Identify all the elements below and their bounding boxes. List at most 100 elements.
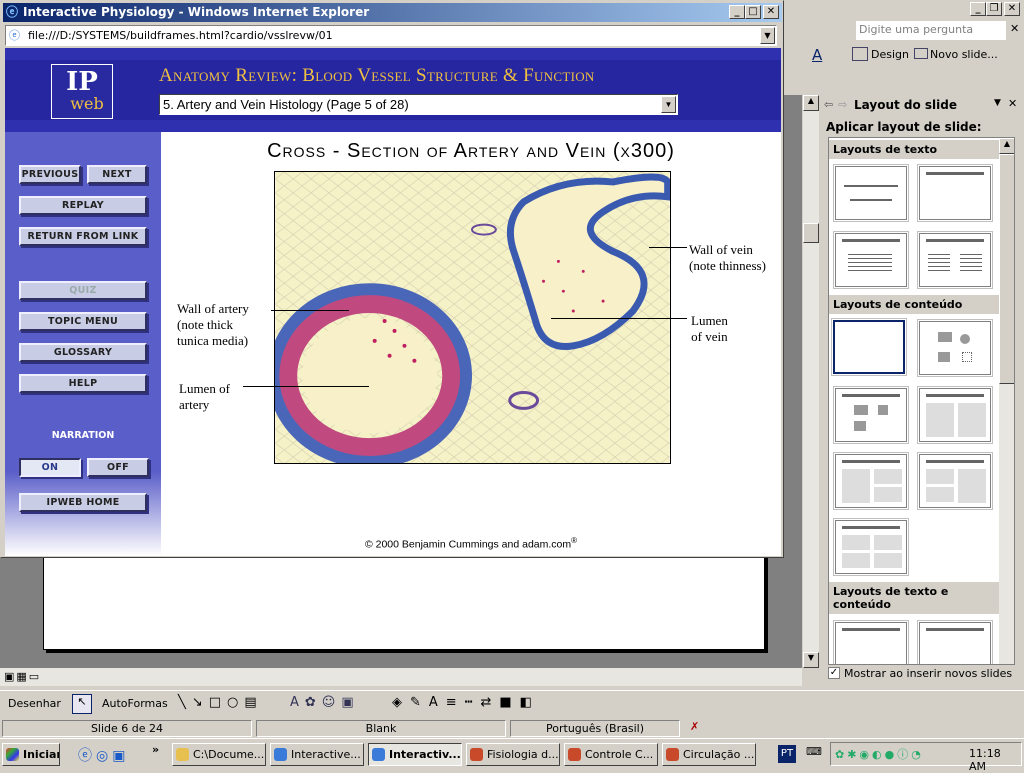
address-dropdown-icon[interactable]: ▼ [760,27,775,44]
ie-close-icon[interactable]: ✕ [763,5,779,19]
shape-tools-icons[interactable]: ╲↘□○▤ [178,695,263,710]
scroll-thumb[interactable] [803,223,819,243]
select-pointer-icon[interactable]: ↖ [72,694,92,714]
minimize-icon[interactable]: _ [970,2,986,16]
layout-title-content-3[interactable] [917,452,993,510]
pane-menu-icon[interactable]: ▼ [994,98,1001,108]
scroll-down-icon[interactable]: ▼ [803,652,819,668]
status-language: Português (Brasil) [510,720,680,737]
vertical-scrollbar[interactable]: ▲ ▼ [803,95,819,668]
label-wall-vein: Wall of vein (note thinness) [689,242,766,273]
main-title: Cross - Section of Artery and Vein (x300… [267,140,675,162]
narration-label: NARRATION [51,430,115,441]
narration-off-button[interactable]: OFF [87,458,149,477]
layout-title-only[interactable] [833,164,909,222]
layout-title-two-content[interactable] [917,386,993,444]
start-button[interactable]: Iniciar [2,743,60,766]
quick-launch-icons[interactable]: ⓔ◎▣ [78,745,129,765]
restore-icon[interactable]: ❐ [986,2,1002,16]
layout-blank[interactable] [831,318,907,376]
draw-menu[interactable]: Desenhar [8,697,61,710]
taskbar: Iniciar ⓔ◎▣ » C:\Docume... Interactive..… [0,738,1024,773]
address-bar[interactable]: ⓔ file:///D:/SYSTEMS/buildframes.html?ca… [5,25,777,46]
task-pane: ⇦ ⇨ Layout do slide ▼ ✕ Aplicar layout d… [820,96,1022,686]
help-search-input[interactable]: Digite uma pergunta [856,21,1006,40]
ip-nav: PREVIOUS NEXT REPLAY RETURN FROM LINK QU… [5,132,161,556]
quick-launch-more-icon[interactable]: » [152,743,159,756]
narration-on-button[interactable]: ON [19,458,81,477]
scroll-up-icon[interactable]: ▲ [803,95,819,111]
layout-two-columns[interactable] [917,231,993,289]
glossary-button[interactable]: GLOSSARY [19,343,147,362]
font-color-icon[interactable]: A [812,46,822,64]
language-indicator[interactable]: PT [778,745,796,763]
back-icon[interactable]: ⇦ [824,98,833,111]
taskbar-item-ie-2[interactable]: Interactiv... [368,743,462,766]
status-slide: Slide 6 de 24 [2,720,252,737]
pane-close-icon[interactable]: ✕ [1008,97,1017,110]
layout-title-four-content[interactable] [833,518,909,576]
format-tools-icons[interactable]: ◈✎A≡┅⇄■◧ [392,695,540,710]
layout-title-content[interactable] [833,386,909,444]
taskbar-item-ppt-1[interactable]: Fisiologia d... [466,743,560,766]
pointer-lumen-artery [243,386,369,387]
show-on-insert-checkbox[interactable]: ✓ [828,667,840,679]
autoshapes-menu[interactable]: AutoFormas [102,697,168,710]
view-buttons-icon[interactable]: ▣▦▭ [4,670,41,683]
design-button[interactable]: Design [871,48,909,61]
ie-window: ⓔ Interactive Physiology - Windows Inter… [0,0,784,558]
layout-list-scrollbar[interactable]: ▲ [999,138,1014,664]
section-text-content-layouts: Layouts de texto e conteúdo [829,582,999,614]
ip-content: IP web Anatomy Review: Blood Vessel Stru… [5,48,781,556]
layout-content[interactable] [917,319,993,377]
help-button[interactable]: HELP [19,374,147,393]
layout-title-content-2[interactable] [833,452,909,510]
forward-icon[interactable]: ⇨ [838,98,847,111]
tray-icons[interactable]: ✿✱◉◐●ⓘ◔ [835,746,924,762]
list-scroll-up-icon[interactable]: ▲ [999,138,1014,154]
insert-tools-icons[interactable]: A✿☺▣ [290,695,360,710]
layout-title[interactable] [917,164,993,222]
label-wall-artery: Wall of artery (note thick tunica media) [177,301,249,348]
drawing-toolbar: Desenhar ↖ AutoFormas ╲↘□○▤ A✿☺▣ ◈✎A≡┅⇄■… [0,690,1024,716]
label-lumen-vein: Lumen of vein [691,313,728,344]
new-slide-icon [914,48,928,59]
layout-list: Layouts de texto Layouts de conteúdo Lay… [828,137,1015,665]
topic-dropdown-icon[interactable]: ▼ [661,96,676,113]
taskbar-item-ppt-3[interactable]: Circulação ... [662,743,756,766]
layout-title-text[interactable] [833,231,909,289]
ie-minimize-icon[interactable]: _ [729,5,745,19]
task-pane-title: Layout do slide [854,98,958,112]
taskbar-item-ppt-2[interactable]: Controle C... [564,743,658,766]
layout-text-content-2[interactable] [917,620,993,664]
close-icon[interactable]: ✕ [1004,2,1020,16]
previous-button[interactable]: PREVIOUS [19,165,81,184]
next-button[interactable]: NEXT [87,165,147,184]
close-help-icon[interactable]: ✕ [1010,22,1019,35]
keyboard-icon[interactable]: ⌨ [806,745,822,758]
page-icon: ⓔ [9,29,20,42]
pointer-lumen-vein [551,318,687,319]
horizontal-scrollbar[interactable]: ▣▦▭ [0,668,802,686]
logo-web: web [70,94,104,113]
topic-menu-button[interactable]: TOPIC MENU [19,312,147,331]
ie-title-bar: ⓔ Interactive Physiology - Windows Inter… [3,3,782,22]
return-from-link-button[interactable]: RETURN FROM LINK [19,227,147,246]
windows-logo-icon [6,748,19,761]
ipweb-home-button[interactable]: IPWEB HOME [19,493,147,512]
status-bar: Slide 6 de 24 Blank Português (Brasil) ✗ [0,718,1024,738]
topic-select[interactable]: 5. Artery and Vein Histology (Page 5 of … [159,94,678,115]
replay-button[interactable]: REPLAY [19,196,147,215]
section-text-layouts: Layouts de texto [829,140,999,159]
quiz-button[interactable]: QUIZ [19,281,147,300]
list-scroll-thumb[interactable] [999,154,1014,384]
layout-text-content[interactable] [833,620,909,664]
ie-maximize-icon[interactable]: □ [745,5,761,19]
registered-mark: ® [571,536,578,545]
copyright: © 2000 Benjamin Cummings and adam.com® [161,536,781,551]
spelling-icon[interactable]: ✗ [690,720,699,733]
taskbar-item-ie-1[interactable]: Interactive... [270,743,364,766]
label-lumen-artery: Lumen of artery [179,381,230,412]
new-slide-button[interactable]: Novo slide... [930,48,998,61]
taskbar-item-folder[interactable]: C:\Docume... [172,743,266,766]
